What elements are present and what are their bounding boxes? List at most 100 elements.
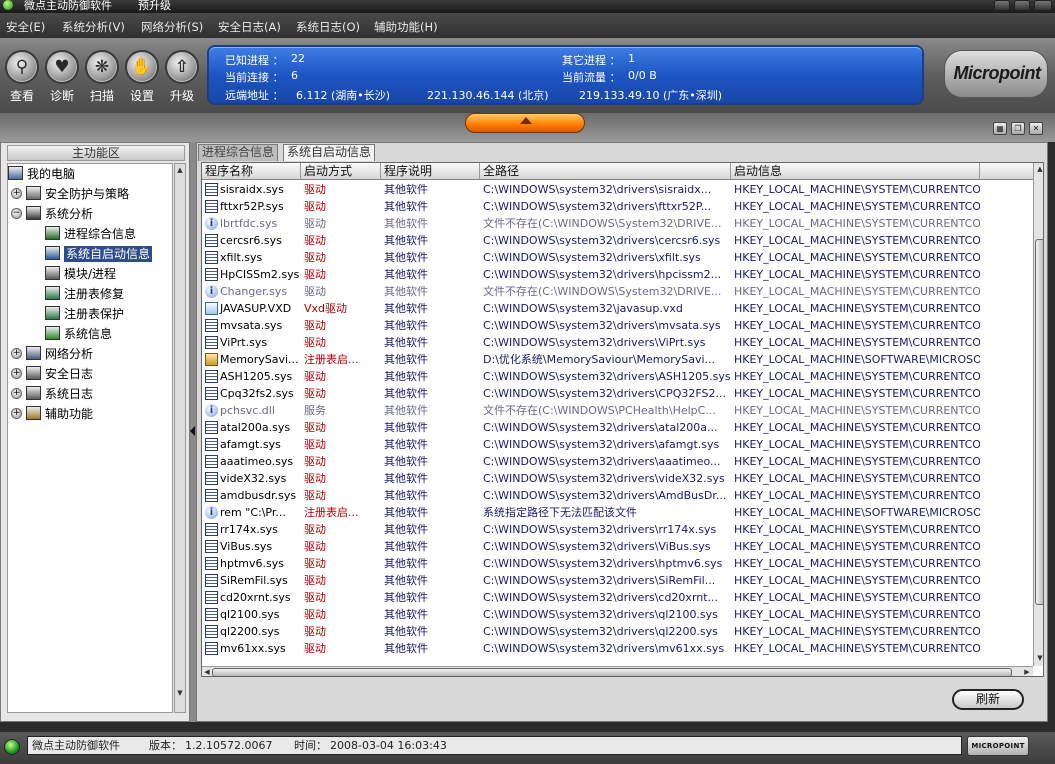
expand-icon[interactable]: + [11, 408, 22, 419]
tab-process-info[interactable]: 进程综合信息 [198, 144, 279, 161]
table-cell-boot: HKEY_LOCAL_MACHINE\SYSTEM\CURRENTCON... [734, 319, 980, 332]
search-icon: ⚲ [5, 50, 39, 84]
table-row[interactable]: i rem "C:\Pr... 注册表启... 其他软件 系统指定路径下无法匹配该文件 H… [202, 504, 1033, 521]
table-row[interactable]: atal200a.sys 驱动 其他软件 C:\WINDOWS\system32\dr… [202, 419, 1033, 436]
table-cell-name: aaatimeo.sys [220, 455, 294, 468]
status-logo: MICROPOINT [967, 736, 1029, 756]
menu-system-log[interactable]: 系统日志(O) [296, 19, 360, 35]
close-view-icon[interactable]: ✕ [1029, 122, 1043, 135]
table-row[interactable]: sisraidx.sys 驱动 其他软件 C:\WINDOWS\system32\dr… [202, 181, 1033, 198]
column-start-type[interactable]: 启动方式 [301, 163, 381, 180]
table-row[interactable]: ViPrt.sys 驱动 其他软件 C:\WINDOWS\system32\drive… [202, 334, 1033, 351]
scan-button[interactable]: ❋ 扫描 [83, 50, 121, 104]
table-cell-name: SiRemFil.sys [220, 574, 288, 587]
computer-icon [8, 166, 23, 180]
tree-item-label: 模块/进程 [64, 267, 117, 281]
table-row[interactable]: JAVASUP.VXD Vxd驱动 其他软件 C:\WINDOWS\system32\… [202, 300, 1033, 317]
table-row[interactable]: mv61xx.sys 驱动 其他软件 C:\WINDOWS\system32\driv… [202, 640, 1033, 657]
table-row[interactable]: cercsr6.sys 驱动 其他软件 C:\WINDOWS\system32\dri… [202, 232, 1033, 249]
table-cell-start: 驱动 [304, 574, 326, 587]
table-row[interactable]: videX32.sys 驱动 其他软件 C:\WINDOWS\system32\dri… [202, 470, 1033, 487]
table-row[interactable]: ql2200.sys 驱动 其他软件 C:\WINDOWS\system32\driv… [202, 623, 1033, 640]
column-program-name[interactable]: 程序名称 [202, 163, 301, 180]
table-row[interactable]: cd20xrnt.sys 驱动 其他软件 C:\WINDOWS\system32\dr… [202, 589, 1033, 606]
status-indicator-icon [4, 739, 20, 755]
table-row[interactable]: ViBus.sys 驱动 其他软件 C:\WINDOWS\system32\drive… [202, 538, 1033, 555]
menu-security-log[interactable]: 安全日志(A) [218, 19, 281, 35]
table-cell-boot: HKEY_LOCAL_MACHINE\SYSTEM\CURRENTCON... [734, 591, 980, 604]
table-row[interactable]: Cpq32fs2.sys 驱动 其他软件 C:\WINDOWS\system32\dr… [202, 385, 1033, 402]
menu-system-analysis[interactable]: 系统分析(V) [62, 19, 125, 35]
table-row[interactable]: amdbusdr.sys 驱动 其他软件 C:\WINDOWS\system32\dr… [202, 487, 1033, 504]
table-cell-start: 驱动 [304, 591, 326, 604]
table-row[interactable]: mvsata.sys 驱动 其他软件 C:\WINDOWS\system32\driv… [202, 317, 1033, 334]
column-boot-info[interactable]: 启动信息 [731, 163, 980, 180]
collapse-icon[interactable]: − [11, 208, 22, 219]
table-cell-boot: HKEY_LOCAL_MACHINE\SYSTEM\CURRENTCON... [734, 523, 980, 536]
collapse-left-icon[interactable] [190, 426, 195, 436]
connections-label: 当前连接 ： [225, 71, 284, 84]
menu-network-analysis[interactable]: 网络分析(S) [141, 19, 203, 35]
diagnose-button[interactable]: ♥ 诊断 [43, 50, 81, 104]
table-row[interactable]: HpCISSm2.sys 驱动 其他软件 C:\WINDOWS\system32\dr… [202, 266, 1033, 283]
table-row[interactable]: ql2100.sys 驱动 其他软件 C:\WINDOWS\system32\driv… [202, 606, 1033, 623]
table-row[interactable]: rr174x.sys 驱动 其他软件 C:\WINDOWS\system32\driv… [202, 521, 1033, 538]
view-button[interactable]: ⚲ 查看 [3, 50, 41, 104]
table-row[interactable]: fttxr52P.sys 驱动 其他软件 C:\WINDOWS\system32\dr… [202, 198, 1033, 215]
column-description[interactable]: 程序说明 [381, 163, 480, 180]
tree-vertical-scrollbar[interactable]: ▲ ▼ [174, 163, 186, 713]
scroll-right-icon[interactable]: ▶ [1022, 667, 1032, 676]
table-row[interactable]: hptmv6.sys 驱动 其他软件 C:\WINDOWS\system32\driv… [202, 555, 1033, 572]
table-row[interactable]: i Changer.sys 驱动 其他软件 文件不存在(C:\WINDOWS\Syste… [202, 283, 1033, 300]
tree-item-label: 注册表保护 [64, 307, 125, 321]
maximize-button[interactable] [1014, 0, 1030, 11]
remote-address-2: 221.130.46.144 (北京) [427, 89, 549, 102]
table-cell-start: 驱动 [304, 438, 326, 451]
column-full-path[interactable]: 全路径 [480, 163, 731, 180]
upgrade-button[interactable]: ⇧ 升级 [163, 50, 201, 104]
expand-icon[interactable]: + [11, 368, 22, 379]
tile-view-icon[interactable]: ▦ [993, 122, 1007, 135]
table-row[interactable]: xfilt.sys 驱动 其他软件 C:\WINDOWS\system32\drive… [202, 249, 1033, 266]
table-row[interactable]: i lbrtfdc.sys 驱动 其他软件 文件不存在(C:\WINDOWS\Syste… [202, 215, 1033, 232]
module-icon [45, 266, 60, 280]
scroll-up-icon[interactable]: ▲ [175, 165, 185, 175]
scroll-left-icon[interactable]: ◀ [202, 667, 212, 676]
status-app-name: 微点主动防御软件 [32, 739, 120, 752]
restore-view-icon[interactable]: ❐ [1011, 122, 1025, 135]
table-cell-boot: HKEY_LOCAL_MACHINE\SYSTEM\CURRENTCON... [734, 217, 980, 230]
table-cell-name: Cpq32fs2.sys [220, 387, 294, 400]
collapse-toolbar-button[interactable] [465, 113, 585, 133]
expand-icon[interactable]: + [11, 348, 22, 359]
table-cell-start: 驱动 [304, 523, 326, 536]
status-version: 1.2.10572.0067 [185, 739, 273, 752]
scroll-thumb[interactable] [212, 668, 1012, 676]
table-row[interactable]: SiRemFil.sys 驱动 其他软件 C:\WINDOWS\system32\dr… [202, 572, 1033, 589]
upgrade-arrow-icon: ⇧ [165, 50, 199, 84]
menu-security[interactable]: 安全(E) [6, 19, 45, 35]
expand-icon[interactable]: + [11, 188, 22, 199]
table-row[interactable]: ASH1205.sys 驱动 其他软件 C:\WINDOWS\system32\dri… [202, 368, 1033, 385]
minimize-button[interactable] [994, 0, 1010, 11]
table-row[interactable]: i pchsvc.dll 服务 其他软件 文件不存在(C:\WINDOWS\PCHeal… [202, 402, 1033, 419]
scroll-down-icon[interactable]: ▼ [1035, 653, 1043, 663]
scroll-thumb[interactable] [1035, 239, 1043, 605]
scroll-up-icon[interactable]: ▲ [1035, 164, 1043, 174]
table-horizontal-scrollbar[interactable]: ◀ ▶ [202, 666, 1033, 676]
table-row[interactable]: aaatimeo.sys 驱动 其他软件 C:\WINDOWS\system32\dr… [202, 453, 1033, 470]
table-row[interactable]: MemorySavi... 注册表启... 其他软件 D:\优化系统\MemorySa… [202, 351, 1033, 368]
expand-icon[interactable]: + [11, 388, 22, 399]
menu-tools[interactable]: 辅助功能(H) [374, 19, 438, 35]
tab-autostart-info[interactable]: 系统自启动信息 [283, 144, 376, 161]
close-button[interactable] [1034, 0, 1052, 11]
settings-button[interactable]: ✋ 设置 [123, 50, 161, 104]
table-cell-name: MemorySavi... [220, 353, 299, 366]
table-row[interactable]: afamgt.sys 驱动 其他软件 C:\WINDOWS\system32\driv… [202, 436, 1033, 453]
scroll-down-icon[interactable]: ▼ [175, 688, 185, 698]
refresh-button[interactable]: 刷新 [952, 689, 1024, 710]
table-cell-start: 驱动 [304, 557, 326, 570]
autostart-table: 程序名称 启动方式 程序说明 全路径 启动信息 sisraidx.sys 驱动 其他… [201, 162, 1044, 677]
table-vertical-scrollbar[interactable]: ▲ ▼ [1033, 163, 1043, 666]
process-info-icon [45, 226, 60, 240]
table-cell-boot: HKEY_LOCAL_MACHINE\SYSTEM\CURRENTCON... [734, 200, 980, 213]
